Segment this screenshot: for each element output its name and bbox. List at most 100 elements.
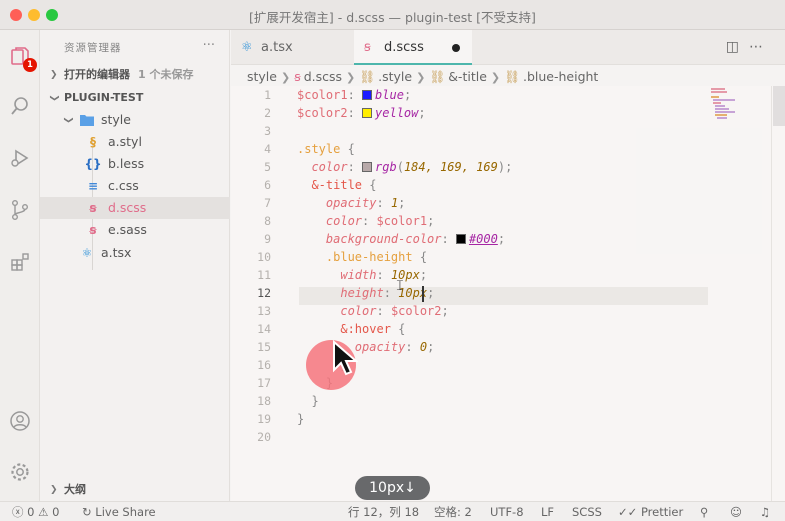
chevron-right-icon: ❯ <box>50 485 58 495</box>
tab-label: d.scss <box>384 40 424 55</box>
file-c-css[interactable]: ≡ c.css <box>40 175 230 197</box>
source-control-icon[interactable] <box>6 196 34 224</box>
file-a-tsx[interactable]: ⚛ a.tsx <box>40 242 230 264</box>
line-number: 6 <box>264 178 271 192</box>
title-bar: [扩展开发宿主] - d.scss — plugin-test [不受支持] <box>0 0 785 30</box>
chevron-right-icon: ❯ <box>50 70 58 80</box>
file-label: d.scss <box>108 200 147 215</box>
line-number: 12 <box>257 286 271 300</box>
line-number: 20 <box>257 430 271 444</box>
project-section[interactable]: ❯ PLUGIN-TEST <box>40 87 230 109</box>
explorer-sidebar: 资源管理器 ··· ❯ 打开的编辑器 1 个未保存 ❯ PLUGIN-TEST ❯… <box>40 30 230 501</box>
chevron-down-icon: ❯ <box>62 116 73 124</box>
project-label: PLUGIN-TEST <box>64 91 144 104</box>
code-line: color: $color1; <box>325 214 435 228</box>
code-line: $color1: blue; <box>297 88 412 102</box>
code-line: $color2: yellow; <box>297 106 426 120</box>
color-swatch[interactable] <box>362 90 373 100</box>
text-cursor-icon: 𝙸 <box>395 278 405 294</box>
line-number: 1 <box>264 88 271 102</box>
breadcrumb-item[interactable]: style <box>247 69 277 84</box>
folder-style[interactable]: ❯ style <box>40 109 230 131</box>
tab-a-tsx[interactable]: ⚛ a.tsx <box>231 30 351 65</box>
selector-icon: ⛓ <box>359 69 376 84</box>
scrollbar-thumb[interactable] <box>773 86 785 126</box>
color-swatch[interactable] <box>455 234 466 244</box>
minimap[interactable] <box>711 86 771 146</box>
sass-icon: ꞩ <box>364 40 371 55</box>
live-share-status[interactable]: ↻ Live Share <box>82 502 156 521</box>
css-icon: ≡ <box>87 179 99 193</box>
code-line: &-title { <box>311 178 377 192</box>
error-icon: ⓧ <box>12 505 24 519</box>
account-status-icon[interactable]: ☺ <box>730 502 742 521</box>
breadcrumb-item[interactable]: .blue-height <box>523 69 598 84</box>
indentation-status[interactable]: 空格: 2 <box>434 502 472 521</box>
explorer-icon[interactable]: 1 <box>6 42 37 72</box>
text-caret <box>422 286 424 302</box>
language-mode[interactable]: SCSS <box>572 502 602 521</box>
status-bar: ⓧ 0 ⚠ 0 ↻ Live Share 行 12，列 18 空格: 2 UTF… <box>0 501 785 521</box>
sass-icon: ꞩ <box>294 69 301 84</box>
double-check-icon: ✓✓ <box>618 505 638 519</box>
breadcrumb-item[interactable]: d.scss <box>304 69 342 84</box>
feedback-icon[interactable]: ⚲ <box>700 502 708 521</box>
explorer-more-button[interactable]: ··· <box>203 38 215 53</box>
code-line: &:hover { <box>340 322 406 336</box>
sass-icon: ꞩ <box>89 201 97 215</box>
breadcrumb-item[interactable]: .style <box>378 69 412 84</box>
mouse-pointer-icon <box>333 340 358 376</box>
settings-gear-icon[interactable] <box>6 458 34 486</box>
warning-icon: ⚠ <box>38 505 49 519</box>
line-number: 10 <box>257 250 271 264</box>
unsaved-dot-icon[interactable] <box>452 44 460 52</box>
file-a-styl[interactable]: § a.styl <box>40 131 230 153</box>
line-number: 18 <box>257 394 271 408</box>
file-label: a.styl <box>108 134 142 149</box>
line-number: 15 <box>257 340 271 354</box>
file-label: e.sass <box>108 222 147 237</box>
file-e-sass[interactable]: ꞩ e.sass <box>40 219 230 241</box>
notifications-bell-icon[interactable]: ♫ <box>760 502 770 521</box>
activity-bar: 1 <box>0 30 40 501</box>
search-icon[interactable] <box>6 92 34 120</box>
more-actions-icon[interactable]: ⋯ <box>749 39 773 55</box>
account-icon[interactable] <box>6 407 34 435</box>
react-icon: ⚛ <box>241 40 253 55</box>
outline-label: 大纲 <box>64 483 86 496</box>
explorer-header: 资源管理器 <box>64 42 122 54</box>
line-number: 7 <box>264 196 271 210</box>
prettier-status[interactable]: ✓✓ Prettier <box>618 502 683 521</box>
line-number: 3 <box>264 124 271 138</box>
outline-section[interactable]: ❯ 大纲 <box>40 479 230 501</box>
eol-status[interactable]: LF <box>541 502 554 521</box>
line-number: 17 <box>257 376 271 390</box>
file-b-less[interactable]: {} b.less <box>40 153 230 175</box>
encoding-status[interactable]: UTF-8 <box>490 502 524 521</box>
open-editors-section[interactable]: ❯ 打开的编辑器 1 个未保存 <box>40 64 230 86</box>
tab-label: a.tsx <box>261 40 293 55</box>
line-number: 4 <box>264 142 271 156</box>
code-editor[interactable]: 1 2 3 4 5 6 7 8 9 10 11 12 13 14 15 16 17 18 19 20 $color1:… <box>231 86 785 501</box>
color-swatch[interactable] <box>362 162 373 172</box>
cursor-position[interactable]: 行 12，列 18 <box>348 502 419 521</box>
code-line: .style { <box>297 142 355 156</box>
folder-icon <box>80 113 94 127</box>
less-icon: {} <box>84 157 102 171</box>
open-editors-label: 打开的编辑器 1 个未保存 <box>64 68 194 81</box>
file-d-scss[interactable]: ꞩ d.scss <box>40 197 230 219</box>
split-editor-icon[interactable]: ◫ <box>726 39 749 55</box>
unsaved-count: 1 个未保存 <box>138 68 194 81</box>
breadcrumb-item[interactable]: &-title <box>448 69 487 84</box>
folder-label: style <box>101 112 131 127</box>
problems-status[interactable]: ⓧ 0 ⚠ 0 <box>12 502 59 521</box>
line-number: 19 <box>257 412 271 426</box>
extensions-icon[interactable] <box>6 248 34 276</box>
color-swatch[interactable] <box>362 108 373 118</box>
tab-d-scss[interactable]: ꞩ d.scss <box>354 30 472 65</box>
line-number: 13 <box>257 304 271 318</box>
run-debug-icon[interactable] <box>6 144 34 172</box>
file-label: c.css <box>108 178 139 193</box>
window-title: [扩展开发宿主] - d.scss — plugin-test [不受支持] <box>249 10 536 25</box>
editor-scrollbar[interactable] <box>771 86 785 501</box>
